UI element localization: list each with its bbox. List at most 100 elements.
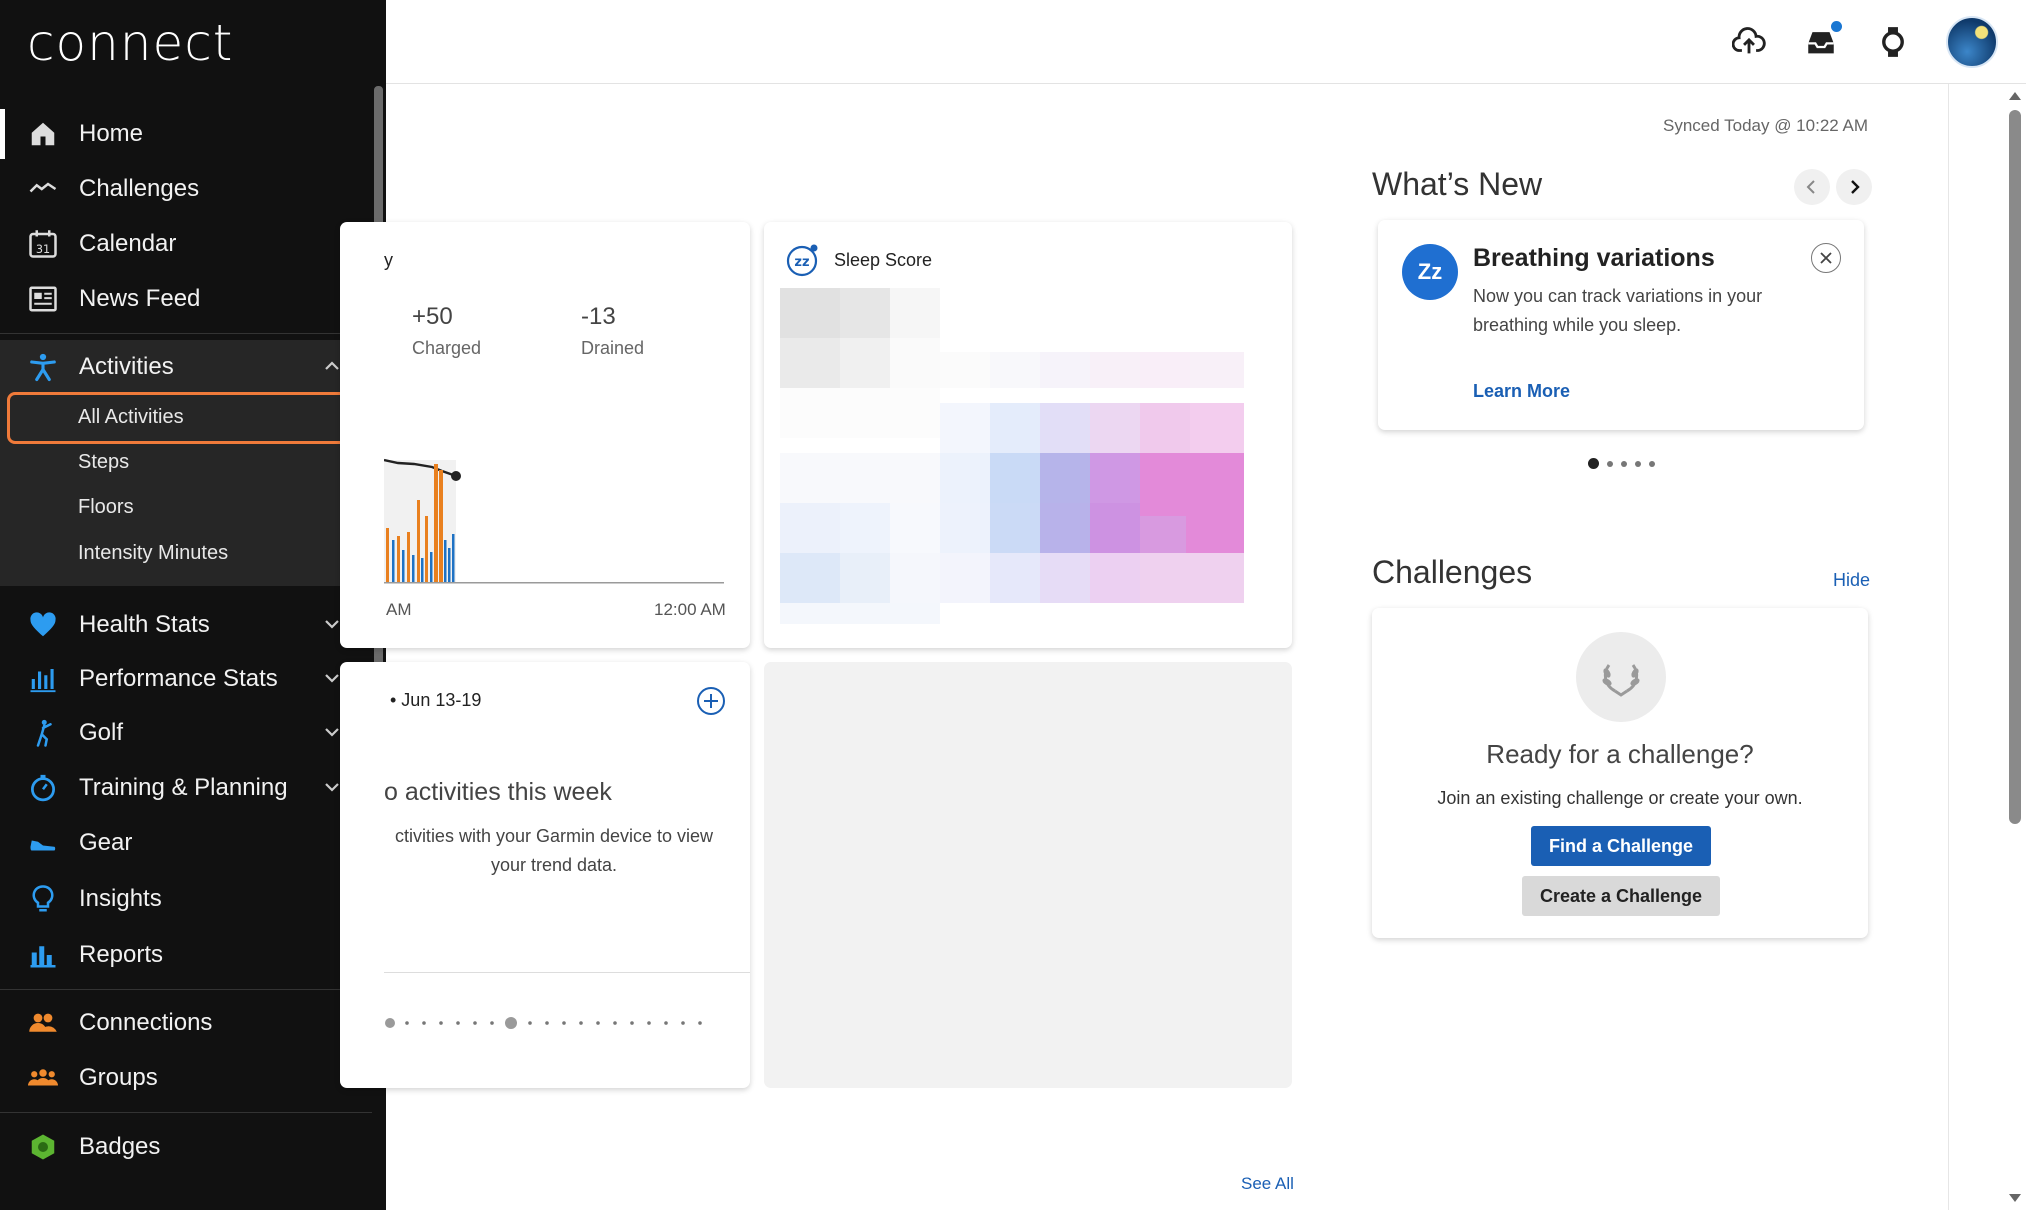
whats-new-headline: Breathing variations	[1473, 244, 1715, 272]
add-activity-icon[interactable]	[696, 686, 726, 716]
sleep-score-title: Sleep Score	[834, 250, 933, 270]
activities-icon	[27, 351, 59, 383]
avatar[interactable]	[1946, 16, 1998, 68]
challenges-heading: Ready for a challenge?	[1486, 739, 1754, 769]
lightbulb-icon	[27, 883, 59, 915]
svg-text:31: 31	[36, 243, 50, 256]
sidebar-divider	[0, 333, 372, 334]
chevron-right-icon	[1851, 180, 1860, 194]
sidebar-subitem-steps[interactable]: Steps	[78, 446, 129, 478]
week-carousel-dots[interactable]	[384, 1016, 724, 1030]
chevron-down-icon	[325, 728, 339, 737]
sidebar-item-home[interactable]: Home	[0, 109, 372, 159]
whats-new-body: Now you can track variations in your bre…	[1473, 286, 1763, 335]
message-line: your trend data.	[490, 855, 618, 875]
sleep-score-graphic	[780, 288, 1244, 624]
cloud-upload-icon[interactable]	[1730, 23, 1768, 61]
connections-icon	[27, 1007, 59, 1039]
find-challenge-button[interactable]: Find a Challenge	[1531, 826, 1711, 866]
chevron-down-icon	[325, 783, 339, 792]
sidebar-item-training-planning[interactable]: Training & Planning	[0, 763, 372, 813]
sidebar-item-news-feed[interactable]: News Feed	[0, 274, 372, 324]
whats-new-prev-button[interactable]	[1794, 169, 1830, 205]
sidebar-item-label: Calendar	[79, 230, 177, 257]
pager-dot[interactable]	[1607, 460, 1613, 467]
sidebar-subitem-floors[interactable]: Floors	[78, 491, 134, 523]
sidebar-item-label: Insights	[79, 885, 162, 912]
garmin-connect-page: connect Home Challenges 31 Calendar News…	[0, 0, 2026, 1210]
highlight-box	[7, 392, 386, 444]
news-feed-icon	[27, 283, 59, 315]
placeholder-card	[764, 662, 1292, 1088]
create-challenge-button[interactable]: Create a Challenge	[1522, 876, 1720, 916]
axis-label-right: 12:00 AM	[654, 600, 726, 619]
sidebar-item-label: Groups	[79, 1064, 158, 1091]
chevron-left-icon	[1806, 180, 1815, 194]
sidebar-item-label: Health Stats	[79, 611, 210, 638]
page-scrollbar-thumb[interactable]	[2009, 110, 2021, 824]
sidebar-item-challenges[interactable]: Challenges	[0, 164, 372, 214]
card-divider	[384, 972, 750, 973]
sidebar-item-health-stats[interactable]: Health Stats	[0, 600, 372, 650]
whats-new-next-button[interactable]	[1836, 169, 1872, 205]
sidebar-subitem-intensity-minutes[interactable]: Intensity Minutes	[78, 537, 228, 569]
connect-logo[interactable]: connect	[27, 14, 233, 72]
axis-label-left: AM	[386, 600, 412, 619]
close-button[interactable]	[1811, 243, 1841, 273]
challenges-icon	[27, 173, 59, 205]
sidebar-item-insights[interactable]: Insights	[0, 874, 372, 924]
challenges-title: Challenges	[1372, 554, 1533, 590]
sidebar: connect Home Challenges 31 Calendar News…	[0, 0, 386, 1210]
scroll-up-icon[interactable]	[2008, 90, 2022, 102]
learn-more-link[interactable]: Learn More	[1473, 381, 1570, 402]
top-bar-actions	[1730, 16, 1998, 68]
scroll-down-icon[interactable]	[2008, 1192, 2022, 1204]
pager-dot[interactable]	[1649, 460, 1655, 467]
see-all-link[interactable]: See All	[1241, 1174, 1294, 1194]
whats-new-title: What’s New	[1372, 166, 1543, 202]
body-battery-chart	[384, 458, 724, 584]
sidebar-item-performance-stats[interactable]: Performance Stats	[0, 654, 372, 704]
charged-label: Charged	[412, 338, 482, 358]
heart-icon	[27, 609, 59, 641]
notification-dot	[1831, 21, 1842, 32]
sidebar-item-calendar[interactable]: 31 Calendar	[0, 219, 372, 269]
sidebar-item-label: Performance Stats	[79, 665, 278, 692]
whats-new-pager[interactable]	[1588, 458, 1655, 469]
sidebar-item-reports[interactable]: Reports	[0, 930, 372, 980]
golf-icon	[27, 717, 59, 749]
sidebar-item-label: Connections	[79, 1009, 213, 1036]
week-range: • Jun 13-19	[390, 690, 482, 710]
sidebar-item-label: Golf	[79, 719, 124, 746]
chevron-down-icon	[325, 674, 339, 683]
svg-text:zz: zz	[794, 255, 809, 270]
sidebar-item-golf[interactable]: Golf	[0, 708, 372, 758]
sidebar-item-label: Home	[79, 120, 144, 147]
sidebar-item-connections[interactable]: Connections	[0, 998, 372, 1048]
sidebar-item-groups[interactable]: Groups	[0, 1053, 372, 1103]
sidebar-item-activities[interactable]: Activities	[0, 342, 372, 392]
sidebar-item-badges[interactable]: Badges	[0, 1122, 372, 1172]
no-activities-heading: o activities this week	[384, 778, 612, 806]
sidebar-divider	[0, 989, 372, 990]
sidebar-item-label: Gear	[79, 829, 133, 856]
charged-value: +50	[412, 303, 453, 330]
sidebar-item-gear[interactable]: Gear	[0, 818, 372, 868]
stopwatch-icon	[27, 772, 59, 804]
watch-icon[interactable]	[1874, 23, 1912, 61]
drained-label: Drained	[581, 338, 645, 358]
pager-dot[interactable]	[1621, 460, 1627, 467]
shoe-icon	[27, 827, 59, 859]
sleep-icon: zz	[786, 244, 818, 277]
sidebar-item-label: Badges	[79, 1133, 161, 1160]
hide-link[interactable]: Hide	[1833, 570, 1870, 591]
inbox-icon[interactable]	[1802, 21, 1842, 61]
chevron-down-icon	[325, 620, 339, 629]
no-activities-message: ctivities with your Garmin device to vie…	[384, 822, 724, 880]
laurel-icon	[1576, 632, 1666, 722]
pager-dot[interactable]	[1588, 458, 1599, 469]
sync-status: Synced Today @ 10:22 AM	[1663, 116, 1869, 135]
sidebar-item-label: News Feed	[79, 285, 201, 312]
reports-icon	[27, 939, 59, 971]
pager-dot[interactable]	[1635, 460, 1641, 467]
